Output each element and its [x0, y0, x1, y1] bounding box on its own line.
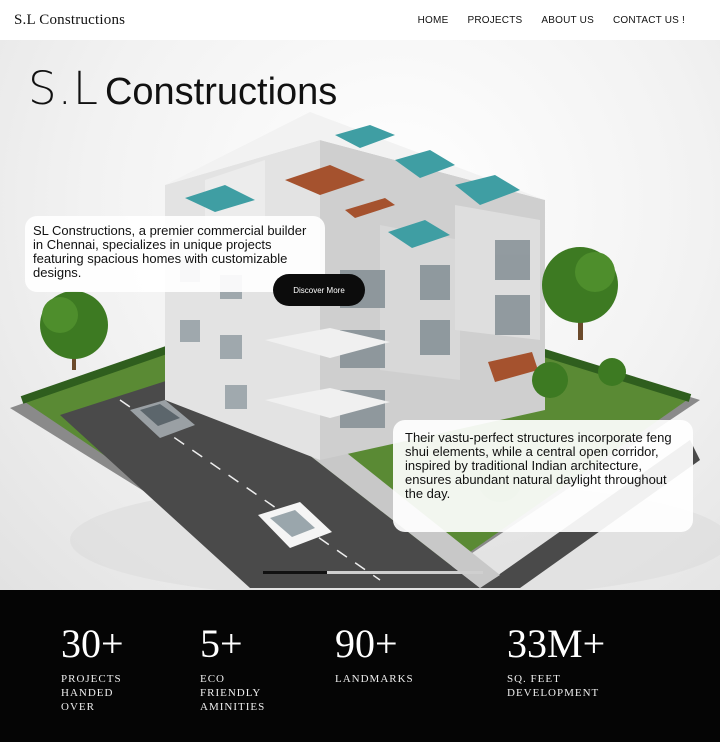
- site-header: S.L Constructions HOME PROJECTS ABOUT US…: [0, 0, 720, 40]
- nav-contact-link[interactable]: CONTACT US !: [613, 15, 685, 26]
- stat-projects: 30+ PROJECTS HANDED OVER: [61, 624, 124, 714]
- detail-text: Their vastu-perfect structures incorpora…: [405, 430, 672, 501]
- stat-development-value: 33M+: [507, 621, 606, 666]
- hero-title: S.L Constructions: [28, 62, 337, 115]
- intro-text: SL Constructions, a premier commercial b…: [33, 223, 307, 280]
- nav-about-link[interactable]: ABOUT US: [541, 15, 594, 26]
- hero-title-initials: S.L: [28, 62, 99, 115]
- stat-development-label: SQ. FEET DEVELOPMENT: [507, 673, 600, 699]
- stat-landmarks: 90+ LANDMARKS: [335, 624, 414, 686]
- stat-amenities: 5+ ECO FRIENDLY AMINITIES: [200, 624, 265, 714]
- stats-section: 30+ PROJECTS HANDED OVER 5+ ECO FRIENDLY…: [0, 590, 720, 742]
- detail-card: Their vastu-perfect structures incorpora…: [393, 420, 693, 532]
- main-nav: HOME PROJECTS ABOUT US CONTACT US !: [418, 15, 706, 26]
- stat-projects-label: PROJECTS HANDED OVER: [61, 673, 122, 713]
- hero-section: S.L Constructions SL Constructions, a pre…: [0, 40, 720, 590]
- brand-logo[interactable]: S.L Constructions: [14, 12, 125, 29]
- hero-title-name: Constructions: [104, 71, 338, 113]
- carousel-progress-thumb[interactable]: [263, 571, 327, 574]
- carousel-progress-track[interactable]: [263, 571, 483, 574]
- nav-projects-link[interactable]: PROJECTS: [467, 15, 522, 26]
- discover-more-button[interactable]: Discover More: [273, 274, 365, 306]
- stat-development: 33M+ SQ. FEET DEVELOPMENT: [507, 624, 605, 700]
- stat-landmarks-value: 90+: [335, 621, 398, 666]
- stat-projects-value: 30+: [61, 621, 124, 666]
- stat-amenities-label: ECO FRIENDLY AMINITIES: [200, 673, 266, 713]
- stat-landmarks-label: LANDMARKS: [335, 673, 414, 685]
- stat-amenities-value: 5+: [200, 621, 243, 666]
- nav-home-link[interactable]: HOME: [418, 15, 449, 26]
